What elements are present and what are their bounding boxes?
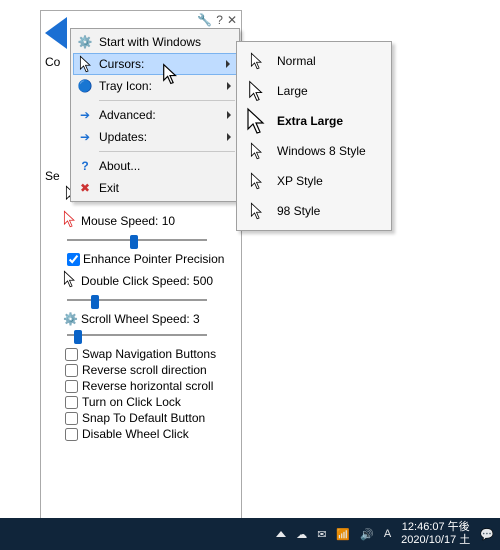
submenu-item-win8[interactable]: Windows 8 Style	[239, 136, 389, 166]
menu-label: Updates:	[99, 130, 147, 144]
reverse-scroll-checkbox[interactable]	[65, 364, 78, 377]
cursor-icon	[77, 56, 93, 72]
menu-start-with-windows[interactable]: ⚙️ Start with Windows	[73, 31, 237, 53]
menu-updates[interactable]: ➔ Updates:	[73, 126, 237, 148]
mail-icon[interactable]: ✉	[317, 528, 326, 541]
cursor-icon	[245, 80, 267, 102]
menu-separator	[99, 151, 235, 152]
submenu-item-large[interactable]: Large	[239, 76, 389, 106]
swap-nav-checkbox[interactable]	[65, 348, 78, 361]
submenu-label: Extra Large	[277, 114, 343, 128]
scroll-wheel-slider[interactable]	[67, 327, 207, 343]
settings-panel: Mirror Cursors Mouse Speed: 10 Enhance P…	[41, 183, 241, 521]
submenu-arrow-icon	[226, 60, 230, 68]
help-icon: ?	[77, 158, 93, 174]
swap-nav-label: Swap Navigation Buttons	[82, 347, 216, 361]
menu-cursors[interactable]: Cursors:	[73, 53, 237, 75]
mouse-speed-slider[interactable]	[67, 232, 207, 248]
disable-wheel-checkbox[interactable]	[65, 428, 78, 441]
menu-advanced[interactable]: ➔ Advanced:	[73, 104, 237, 126]
menu-separator	[99, 100, 235, 101]
double-click-label: Double Click Speed: 500	[81, 274, 213, 288]
menu-exit[interactable]: ✖ Exit	[73, 177, 237, 199]
menu-label: Tray Icon:	[99, 79, 152, 93]
exit-icon: ✖	[77, 180, 93, 196]
tray-icon: 🔵	[77, 78, 93, 94]
submenu-item-normal[interactable]: Normal	[239, 46, 389, 76]
section-se-label: Se	[45, 169, 60, 183]
taskbar: ☁ ✉ 📶 🔊 A 12:46:07 午後 2020/10/17 土 💬	[0, 518, 500, 550]
cursor-icon	[245, 172, 267, 190]
ime-indicator[interactable]: A	[384, 528, 391, 540]
menu-label: Cursors:	[99, 57, 144, 71]
settings-gear-icon: ⚙️	[63, 312, 77, 326]
snap-default-checkbox[interactable]	[65, 412, 78, 425]
snap-default-label: Snap To Default Button	[82, 411, 205, 425]
action-center-icon[interactable]: 💬	[480, 528, 494, 541]
enhance-pointer-label: Enhance Pointer Precision	[83, 252, 224, 266]
reverse-hscroll-checkbox[interactable]	[65, 380, 78, 393]
arrow-right-icon: ➔	[77, 107, 93, 123]
scroll-wheel-label: Scroll Wheel Speed: 3	[81, 312, 200, 326]
cursor-icon	[245, 142, 267, 160]
tray-overflow-icon[interactable]	[276, 531, 286, 537]
submenu-arrow-icon	[227, 111, 231, 119]
menu-tray-icon[interactable]: 🔵 Tray Icon:	[73, 75, 237, 97]
menu-label: Exit	[99, 181, 119, 195]
back-arrow-icon[interactable]	[45, 17, 67, 49]
wrench-icon[interactable]: 🔧	[197, 13, 212, 27]
taskbar-date: 2020/10/17 土	[401, 534, 470, 547]
volume-icon[interactable]: 🔊	[360, 528, 374, 541]
double-click-slider[interactable]	[67, 292, 207, 308]
menu-label: Start with Windows	[99, 35, 201, 49]
cursor-red-icon	[63, 210, 77, 231]
submenu-label: XP Style	[277, 174, 323, 188]
submenu-label: Normal	[277, 54, 316, 68]
reverse-scroll-label: Reverse scroll direction	[82, 363, 207, 377]
submenu-item-xp[interactable]: XP Style	[239, 166, 389, 196]
taskbar-time: 12:46:07 午後	[401, 521, 470, 534]
submenu-label: Large	[277, 84, 308, 98]
menu-about[interactable]: ? About...	[73, 155, 237, 177]
reverse-hscroll-label: Reverse horizontal scroll	[82, 379, 213, 393]
help-icon[interactable]: ?	[216, 13, 223, 27]
gear-icon: ⚙️	[77, 34, 93, 50]
arrow-right-icon: ➔	[77, 129, 93, 145]
cursor-icon	[245, 107, 267, 135]
menu-label: About...	[99, 159, 140, 173]
close-icon[interactable]: ✕	[227, 13, 237, 27]
cursor-icon	[245, 52, 267, 70]
click-lock-checkbox[interactable]	[65, 396, 78, 409]
submenu-label: 98 Style	[277, 204, 320, 218]
cursors-submenu: Normal Large Extra Large Windows 8 Style…	[236, 41, 392, 231]
context-menu: ⚙️ Start with Windows Cursors: 🔵 Tray Ic…	[70, 28, 240, 202]
submenu-arrow-icon	[227, 133, 231, 141]
submenu-item-98[interactable]: 98 Style	[239, 196, 389, 226]
network-icon[interactable]: 📶	[336, 528, 350, 541]
menu-label: Advanced:	[99, 108, 156, 122]
cursor-icon	[245, 202, 267, 220]
section-co-label: Co	[45, 55, 60, 69]
click-lock-label: Turn on Click Lock	[82, 395, 181, 409]
onedrive-icon[interactable]: ☁	[296, 528, 307, 541]
submenu-label: Windows 8 Style	[277, 144, 366, 158]
cursor-icon	[63, 270, 77, 291]
submenu-arrow-icon	[227, 82, 231, 90]
disable-wheel-label: Disable Wheel Click	[82, 427, 189, 441]
mouse-speed-label: Mouse Speed: 10	[81, 214, 175, 228]
enhance-pointer-checkbox[interactable]	[67, 253, 80, 266]
submenu-item-extra-large[interactable]: Extra Large	[239, 106, 389, 136]
taskbar-clock[interactable]: 12:46:07 午後 2020/10/17 土	[401, 521, 470, 547]
window-controls: 🔧 ? ✕	[197, 13, 237, 27]
